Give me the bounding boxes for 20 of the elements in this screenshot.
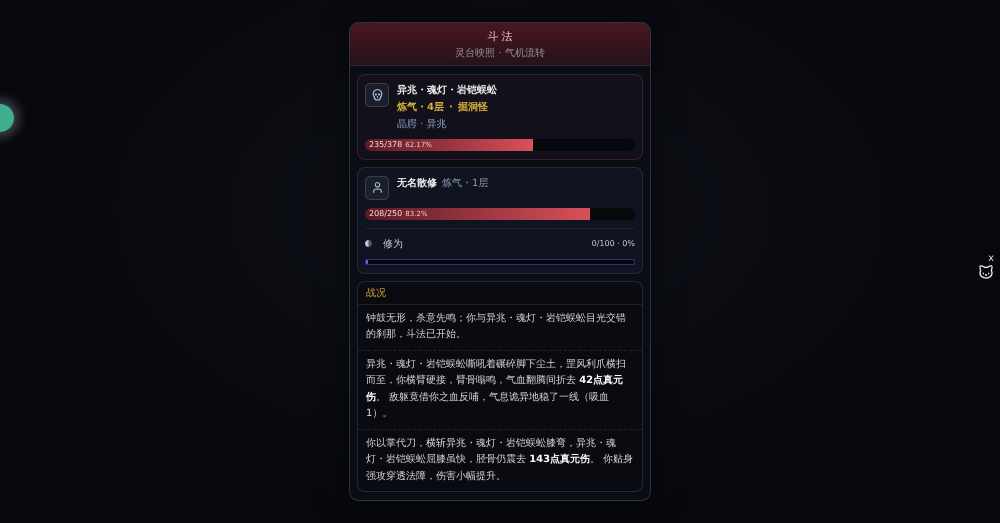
player-name: 无名散修 bbox=[397, 176, 437, 190]
cultivation-reading: 0/100 · 0% bbox=[592, 239, 635, 248]
log-title: 战况 bbox=[358, 282, 642, 305]
enemy-traits: 晶腭 · 异兆 bbox=[397, 118, 448, 131]
enemy-name: 异兆・魂灯・岩铠蜈蚣 bbox=[397, 84, 497, 97]
dialog-title: 斗 法 bbox=[487, 28, 513, 44]
log-entry: 钟鼓无形，杀意先鸣；你与异兆・魂灯・岩铠蜈蚣目光交错的刹那，斗法已开始。 bbox=[365, 312, 627, 342]
orb-icon bbox=[365, 240, 372, 247]
cultivation-label: 修为 bbox=[383, 238, 403, 251]
cat-icon[interactable] bbox=[978, 264, 994, 280]
separator: · bbox=[448, 102, 453, 113]
log-entry: 你以掌代刀，横斩异兆・魂灯・岩铠蜈蚣膝弯，异兆・魂灯・岩铠蜈蚣屈膝虽快，胫骨仍震去 143点真元伤。 你贴身强攻穿透法障，伤害小幅提升。 bbox=[358, 428, 642, 492]
user-icon bbox=[365, 176, 389, 200]
enemy-rank: 炼气・4层 bbox=[397, 100, 444, 114]
close-button[interactable]: x bbox=[988, 254, 994, 264]
player-rank: 炼气・1层 bbox=[442, 176, 488, 190]
dialog-subtitle: 灵台映照 · 气机流转 bbox=[455, 46, 545, 60]
log-entry: 异兆・魂灯・岩铠蜈蚣嘶吼着碾碎脚下尘土，罡风利爪横扫而至，你横臂硬接，臂骨嗡鸣，气血翻腾间折去 42点真元伤。 敌躯竟借你之血反哺，气息诡异地稳了一线（吸血 1）。 bbox=[358, 350, 642, 429]
skull-icon bbox=[365, 82, 389, 107]
enemy-type: 掘洞怪 bbox=[458, 100, 488, 114]
